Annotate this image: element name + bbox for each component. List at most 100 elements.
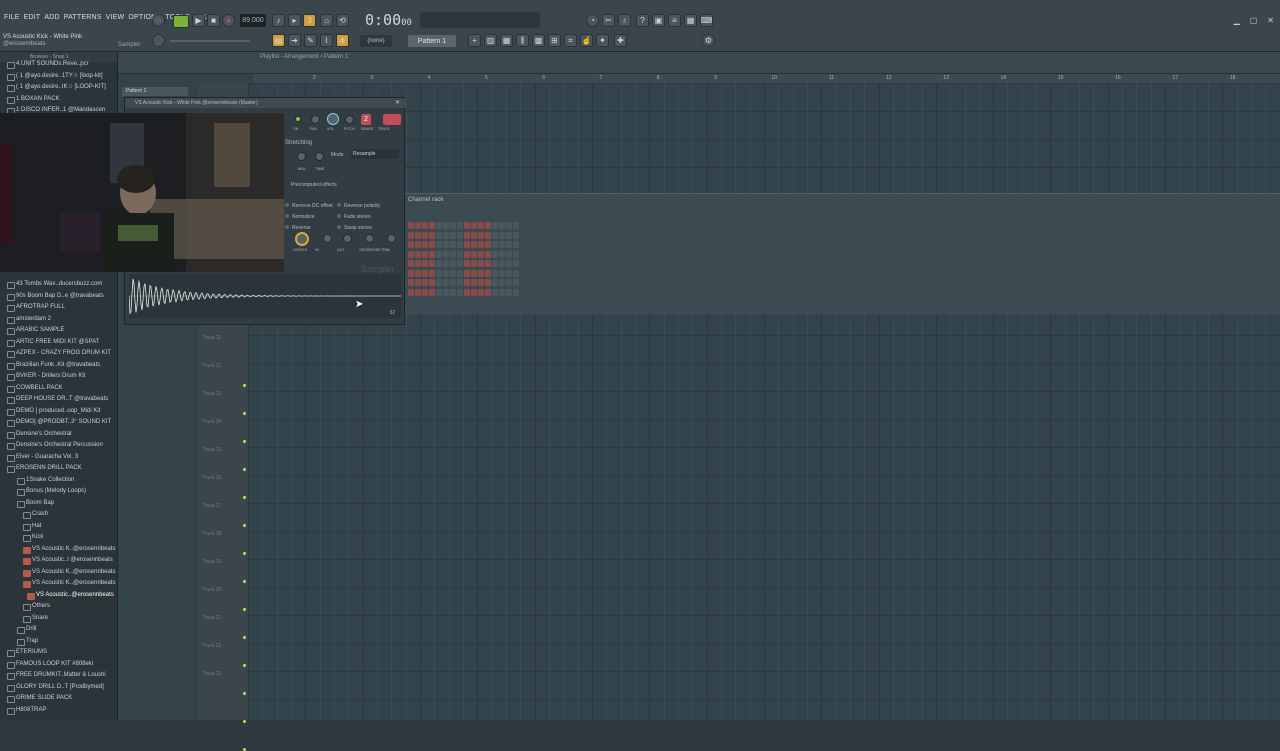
step-button[interactable] [513,250,519,258]
step-button[interactable] [471,222,477,229]
browser-folder[interactable]: H808TRAP [6,706,46,715]
browser-folder[interactable]: FREE DRUMKIT..Matter & Loushi [7,671,106,680]
step-button[interactable] [408,222,414,229]
browser-folder[interactable]: DEMO ] produced..oop_Midi Kit [6,407,100,416]
step-button[interactable] [506,250,512,258]
step-button[interactable] [408,250,414,258]
step-button[interactable] [464,260,470,267]
play-button[interactable]: ▶ [192,14,205,27]
step-button[interactable] [513,279,519,286]
step-button[interactable] [478,269,484,277]
browser-folder[interactable]: BVKER - Drillers Drum Kit [6,372,85,381]
menu-item-file[interactable]: FILE [4,14,20,21]
master-pitch-slider[interactable] [170,40,250,42]
browser-file[interactable]: VS Acoustic K..@erosennbeats [22,568,115,577]
stats-icon[interactable]: ▥ [484,34,497,47]
plugin-icon[interactable]: ⊞ [548,34,561,47]
browser-folder[interactable]: ( 1 @ayo.desire..1TY☃ [loop-kit] [7,72,103,81]
step-button[interactable] [457,222,463,229]
pattern-tag[interactable]: Pattern 1 [122,87,188,96]
step-button[interactable] [485,222,491,229]
step-button[interactable] [408,288,414,296]
step-button[interactable] [436,250,442,258]
loop-record-button[interactable]: ⟲ [336,14,349,27]
step-button[interactable] [415,260,421,267]
step-button[interactable] [422,260,428,267]
track-label[interactable]: Track 21 [202,615,221,621]
step-button[interactable] [478,288,484,296]
step-button[interactable] [485,231,491,239]
track-label[interactable]: Track 11 [202,335,221,341]
step-button[interactable] [443,279,449,286]
track-label[interactable]: Track 16 [202,475,221,481]
track-mute-led[interactable] [243,440,246,443]
in-knob[interactable] [323,234,332,243]
step-button[interactable] [492,279,498,286]
magnet-icon[interactable]: ⋔ [336,34,349,47]
step-button[interactable] [506,231,512,239]
pat-song-toggle[interactable] [173,15,189,28]
browser-folder[interactable]: Drill [16,625,36,634]
track-mute-led[interactable] [243,496,246,499]
track-label[interactable]: Track 15 [202,447,221,453]
browser-file[interactable]: VS Acoustic K..@erosennbeats [22,545,115,554]
browser-folder[interactable]: Densine's Orchestral [7,430,72,439]
waveform-display[interactable]: 32 [128,274,402,318]
step-button[interactable] [443,260,449,267]
browser-folder[interactable]: amsterdam 2 [6,315,51,324]
browser-folder[interactable]: Crash [22,510,48,519]
touch-icon[interactable]: ☝ [580,34,593,47]
step-button[interactable] [513,222,519,229]
tempo-display[interactable]: 89.000 [240,14,266,27]
step-button[interactable] [485,279,491,286]
step-button[interactable] [422,269,428,277]
step-button[interactable] [492,260,498,267]
browser-folder[interactable]: Brazilian Funk..Kit @travabeats [6,361,100,370]
piano-roll-icon[interactable]: ⌨ [700,14,713,27]
timeline-ruler[interactable]: 2 3 4 5 6 7 8 9 10 11 12 13 14 15 16 17 18 [253,74,1280,83]
step-button[interactable] [457,269,463,277]
step-button[interactable] [443,241,449,248]
browser-folder[interactable]: Others [22,602,50,611]
step-button[interactable] [429,222,435,229]
step-button[interactable] [436,222,442,229]
step-button[interactable] [485,241,491,248]
length-knob[interactable] [295,232,309,246]
browser-folder[interactable]: Elver - Guaracha Vol. 3 [6,453,78,462]
step-button[interactable] [499,222,505,229]
step-button[interactable] [506,241,512,248]
step-button[interactable] [499,250,505,258]
track-label[interactable]: Track 23 [202,671,221,677]
step-button[interactable] [464,269,470,277]
step-button[interactable] [450,250,456,258]
on-led[interactable] [295,116,301,122]
track-mute-led[interactable] [243,608,246,611]
step-button[interactable] [457,260,463,267]
step-button[interactable] [471,241,477,248]
step-button[interactable] [464,222,470,229]
out-knob[interactable] [343,234,352,243]
track-mute-led[interactable] [243,468,246,471]
step-button[interactable] [464,279,470,286]
step-button[interactable] [443,269,449,277]
browser-file[interactable]: VS Acoustic..l @erosennbeats [23,556,113,565]
blend-notes-button[interactable]: ⌂ [320,14,333,27]
track-label[interactable]: Track 22 [202,643,221,649]
maximize-icon[interactable]: ▢ [1250,16,1258,25]
pencil-icon[interactable]: ✎ [304,34,317,47]
step-button[interactable] [499,279,505,286]
track-label[interactable]: Track 17 [202,503,221,509]
browser-folder[interactable]: 1 BOXAN PACK [7,95,60,104]
step-button[interactable] [506,222,512,229]
browser-folder[interactable]: FAMOUS LOOP KIT #808eki [6,660,93,669]
step-button[interactable] [513,260,519,267]
step-button[interactable] [408,269,414,277]
channel-rack-icon[interactable]: ▦ [684,14,697,27]
track-mute-led[interactable] [243,552,246,555]
track-mute-led[interactable] [243,524,246,527]
step-button[interactable] [408,260,414,267]
menu-item-patterns[interactable]: PATTERNS [64,14,102,21]
step-button[interactable] [492,241,498,248]
step-button[interactable] [485,288,491,296]
browser-icon[interactable]: ▦ [500,34,513,47]
